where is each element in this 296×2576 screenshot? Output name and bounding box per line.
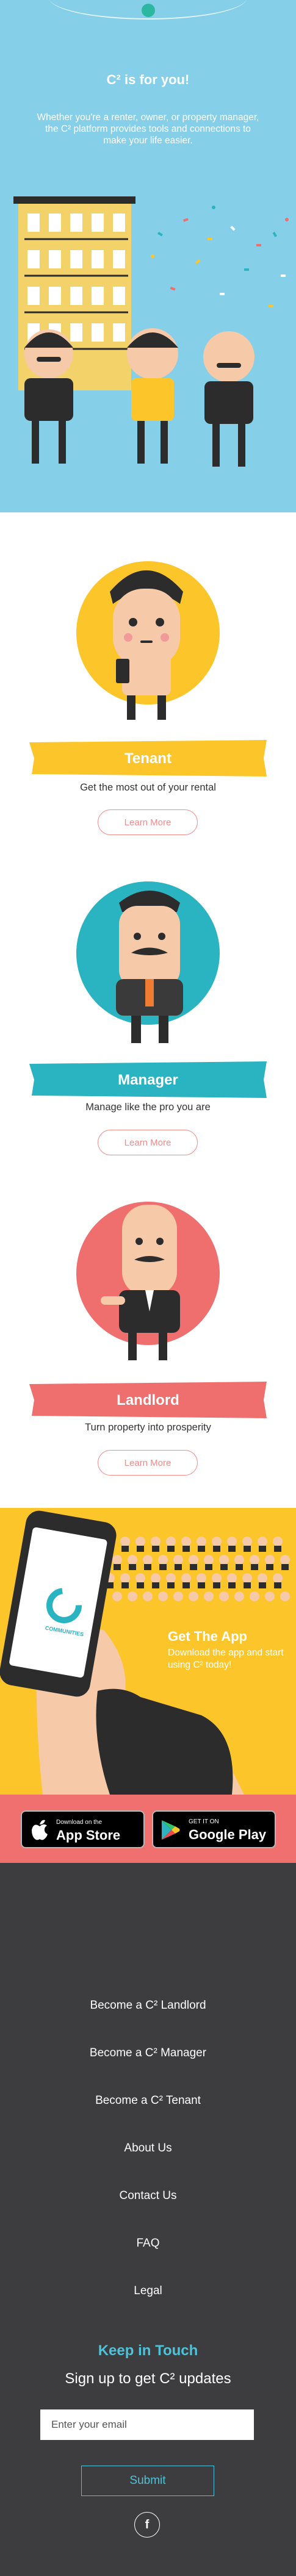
footer-link-legal[interactable]: Legal — [0, 2284, 296, 2298]
footer-link-become-landlord[interactable]: Become a C² Landlord — [0, 1999, 296, 2012]
footer-link-faq[interactable]: FAQ — [0, 2237, 296, 2250]
hero-text: Whether you're a renter, owner, or prope… — [37, 112, 259, 146]
hero-illustration — [13, 196, 289, 467]
landlord-tagline: Turn property into prosperity — [85, 1422, 211, 1433]
hero-section: C² is for you! Whether you're a renter, … — [0, 0, 296, 512]
app-title: Get The App — [168, 1629, 247, 1644]
tenant-learn-more-button[interactable]: Learn More — [98, 809, 198, 835]
manager-title: Manager — [118, 1072, 178, 1088]
footer-link-about-us[interactable]: About Us — [0, 2142, 296, 2155]
landlord-character-illustration — [24, 329, 73, 464]
keep-in-touch-title: Keep in Touch — [98, 2342, 198, 2359]
landlord-title: Landlord — [117, 1392, 179, 1408]
google-play-icon — [162, 1820, 180, 1840]
footer-link-become-manager[interactable]: Become a C² Manager — [0, 2047, 296, 2060]
submit-button[interactable]: Submit — [81, 2466, 214, 2496]
app-store-big-text: App Store — [56, 1828, 121, 1843]
landlord-learn-more-button[interactable]: Learn More — [98, 1450, 198, 1476]
facebook-icon[interactable]: f — [134, 2512, 160, 2538]
google-play-small-text: GET IT ON — [189, 1818, 219, 1825]
app-store-button[interactable]: Download on the App Store — [21, 1810, 145, 1848]
page: C² is for you! Whether you're a renter, … — [0, 0, 296, 2576]
tenant-character-illustration — [127, 328, 178, 464]
manager-character-illustration — [203, 331, 254, 467]
manager-learn-more-button[interactable]: Learn More — [98, 1130, 198, 1155]
crowd-illustration — [105, 1537, 290, 1601]
manager-tagline: Manage like the pro you are — [85, 1102, 211, 1113]
tenant-title: Tenant — [125, 750, 171, 767]
app-store-small-text: Download on the — [56, 1819, 103, 1826]
google-play-big-text: Google Play — [189, 1827, 267, 1842]
signup-text: Sign up to get C² updates — [65, 2370, 231, 2387]
confetti-illustration — [151, 206, 289, 307]
email-field[interactable] — [40, 2409, 254, 2440]
footer-link-become-tenant[interactable]: Become a C² Tenant — [0, 2094, 296, 2108]
app-text: Download the app and start using C² toda… — [168, 1648, 284, 1670]
hero-title: C² is for you! — [106, 72, 190, 87]
footer-link-contact-us[interactable]: Contact Us — [0, 2189, 296, 2203]
get-the-app-section: COMMUNITIES Get The App Download the app… — [0, 1508, 296, 1795]
manager-illustration — [116, 891, 183, 1043]
tenant-tagline: Get the most out of your rental — [80, 782, 216, 793]
google-play-button[interactable]: GET IT ON Google Play — [152, 1810, 276, 1848]
landlord-illustration — [101, 1205, 180, 1360]
tenant-illustration — [110, 570, 183, 720]
apple-icon — [32, 1820, 48, 1840]
hero-decoration-dot — [142, 4, 155, 17]
